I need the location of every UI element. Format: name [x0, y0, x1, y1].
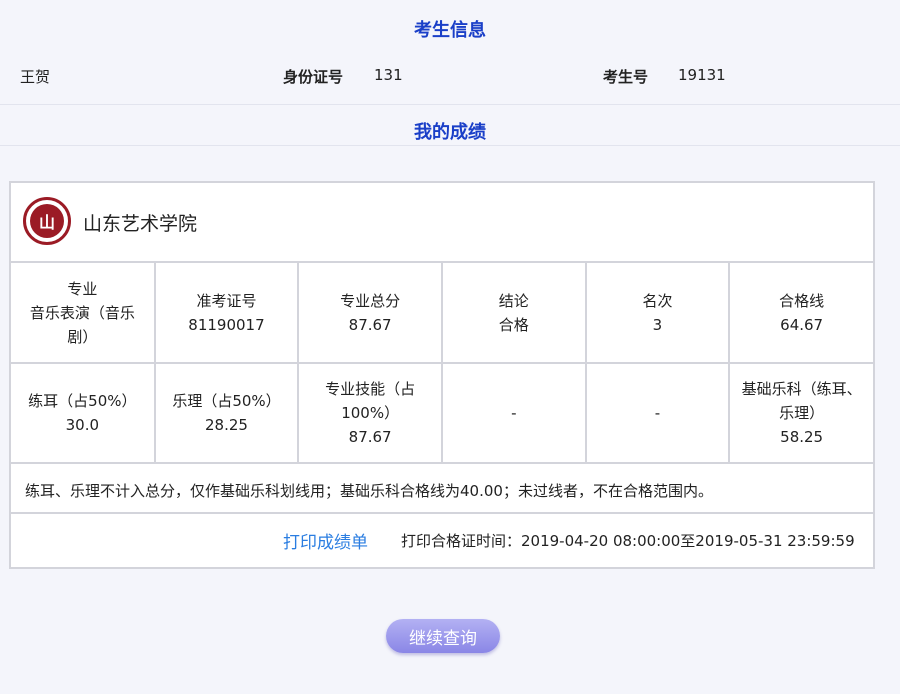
score-table: 专业 音乐表演（音乐剧） 准考证号 81190017 专业总分 87.67 结论 合格 …: [11, 263, 873, 464]
id-number-value: 131: [374, 66, 403, 84]
continue-query-button[interactable]: 继续查询: [386, 619, 500, 653]
score-note: 练耳、乐理不计入总分，仅作基础乐科划线用；基础乐科合格线为40.00；未过线者，…: [11, 464, 873, 514]
examinee-info-title: 考生信息: [414, 20, 486, 41]
section-divider: [0, 145, 900, 146]
cell-total-score: 专业总分 87.67: [298, 263, 443, 364]
my-scores-title: 我的成绩: [414, 122, 486, 143]
cell-conclusion: 结论 合格: [441, 263, 587, 364]
school-logo-icon: 山: [23, 197, 71, 245]
table-row: 专业 音乐表演（音乐剧） 准考证号 81190017 专业总分 87.67 结论 合格 …: [11, 263, 873, 364]
id-number-label: 身份证号: [283, 68, 344, 86]
cell-major: 专业 音乐表演（音乐剧）: [11, 263, 156, 364]
exam-number-label: 考生号: [603, 68, 649, 86]
table-row: 练耳（占50%） 30.0 乐理（占50%） 28.25 专业技能（占100%） 87…: [11, 363, 873, 464]
examinee-name: 王贺: [20, 68, 51, 86]
cell-rank: 名次 3: [585, 263, 731, 364]
cell-empty-1: -: [441, 363, 587, 464]
cell-admission-no: 准考证号 81190017: [154, 263, 300, 364]
print-time-text: 打印合格证时间：2019-04-20 08:00:00至2019-05-31 2…: [401, 532, 855, 550]
print-score-link[interactable]: 打印成绩单: [283, 528, 368, 553]
cell-music-theory: 乐理（占50%） 28.25: [154, 363, 300, 464]
examinee-info-row: 王贺 身份证号 131 考生号 19131: [0, 44, 900, 105]
cell-basic-music: 基础乐科（练耳、乐理） 58.25: [729, 363, 873, 464]
exam-number-value: 19131: [678, 66, 726, 84]
print-row: 打印成绩单 打印合格证时间：2019-04-20 08:00:00至2019-0…: [11, 514, 873, 566]
cell-skill: 专业技能（占100%） 87.67: [298, 363, 443, 464]
cell-empty-2: -: [585, 363, 731, 464]
school-header: 山 山东艺术学院: [11, 183, 873, 263]
school-name: 山东艺术学院: [83, 213, 198, 235]
score-card: 山 山东艺术学院 专业 音乐表演（音乐剧） 准考证号 81190017 专业总分 87…: [9, 181, 875, 569]
cell-ear-training: 练耳（占50%） 30.0: [11, 363, 156, 464]
cell-pass-line: 合格线 64.67: [729, 263, 873, 364]
